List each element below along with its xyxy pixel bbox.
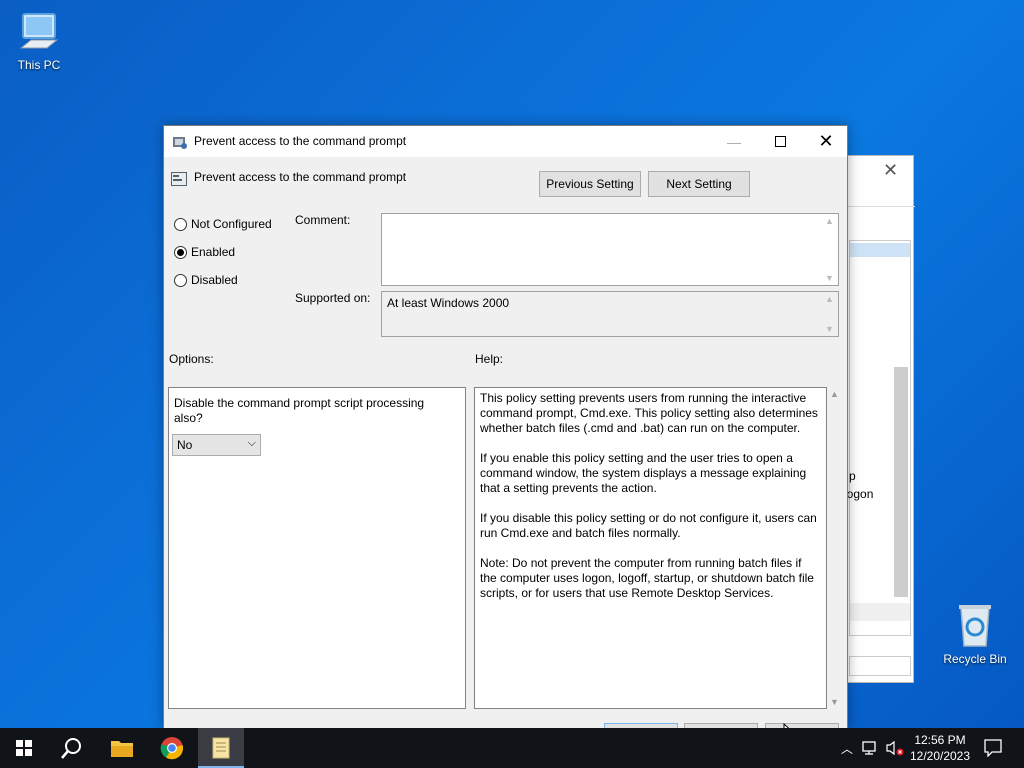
supported-on-value: At least Windows 2000 — [387, 296, 510, 310]
maximize-icon — [774, 136, 786, 147]
comment-label: Comment: — [295, 213, 351, 227]
radio-button[interactable] — [174, 245, 187, 259]
close-icon[interactable]: ✕ — [883, 160, 898, 181]
highlight-row — [850, 603, 910, 621]
select-value: No — [177, 438, 193, 452]
taskbar: ︿ 12:56 PM 12/20/2023 — [0, 728, 1024, 768]
start-button[interactable] — [0, 728, 48, 768]
chrome-icon — [160, 737, 184, 760]
desktop-icon-this-pc[interactable]: This PC — [1, 10, 77, 72]
previous-setting-button[interactable]: Previous Setting — [539, 171, 641, 197]
network-icon — [862, 741, 876, 755]
computer-icon — [19, 13, 59, 49]
desktop-icon-recycle-bin[interactable]: Recycle Bin — [937, 602, 1013, 666]
radio-button[interactable] — [174, 273, 187, 287]
network-tray-button[interactable] — [860, 728, 882, 768]
radio-button[interactable] — [174, 217, 187, 231]
search-button[interactable] — [48, 728, 96, 768]
scroll-down-icon[interactable]: ▼ — [825, 324, 834, 334]
policy-dialog: Prevent access to the command prompt — ✕… — [163, 125, 848, 749]
help-scrollbar[interactable]: ▲ ▼ — [828, 387, 842, 709]
comment-field[interactable]: ▲ ▼ — [381, 213, 839, 286]
chevron-up-icon: ︿ — [840, 741, 853, 756]
radio-enabled[interactable]: Enabled — [174, 245, 235, 259]
radio-label: Enabled — [191, 245, 236, 259]
clock-date: 12/20/2023 — [909, 749, 971, 763]
desktop-icon-label: This PC — [17, 58, 61, 72]
policy-icon — [173, 137, 187, 149]
radio-label: Disabled — [191, 273, 238, 287]
supported-on-field: At least Windows 2000 ▲ ▼ — [381, 291, 839, 337]
option-description: Disable the command prompt script proces… — [174, 396, 425, 425]
next-setting-button[interactable]: Next Setting — [648, 171, 750, 197]
show-hidden-icons-button[interactable]: ︿ — [838, 728, 856, 768]
help-paragraph: This policy setting prevents users from … — [480, 391, 818, 435]
setting-heading: Prevent access to the command prompt — [194, 170, 407, 184]
supported-scrollbar[interactable]: ▲ ▼ — [822, 292, 838, 336]
help-paragraph: If you enable this policy setting and th… — [480, 451, 807, 495]
scroll-up-icon[interactable]: ▲ — [825, 216, 834, 226]
list-item-fragment: p — [849, 469, 856, 483]
radio-not-configured[interactable]: Not Configured — [174, 217, 272, 231]
script-processing-select[interactable]: No ⌵ — [172, 434, 261, 456]
comment-scrollbar[interactable]: ▲ ▼ — [822, 214, 838, 285]
help-label: Help: — [475, 352, 504, 366]
search-icon — [61, 738, 81, 759]
minimize-button[interactable]: — — [711, 126, 757, 157]
clock-time: 12:56 PM — [914, 733, 966, 747]
title-bar[interactable]: Prevent access to the command prompt — ✕ — [164, 126, 847, 157]
chevron-down-icon: ⌵ — [247, 437, 256, 449]
scroll-down-icon[interactable]: ▼ — [830, 697, 839, 707]
volume-tray-button[interactable] — [884, 728, 906, 768]
taskbar-chrome[interactable] — [148, 728, 196, 768]
close-button[interactable]: ✕ — [803, 126, 849, 157]
selected-row[interactable] — [850, 243, 910, 257]
desktop-icon-label: Recycle Bin — [943, 652, 1007, 666]
taskbar-group-policy-editor[interactable] — [198, 728, 244, 768]
volume-muted-icon — [886, 740, 904, 756]
notification-icon — [984, 739, 1002, 757]
notifications-button[interactable] — [978, 728, 1008, 768]
clock[interactable]: 12:56 PM 12/20/2023 — [906, 732, 974, 764]
background-list-panel[interactable]: p logon — [844, 240, 911, 636]
folder-icon — [111, 741, 133, 757]
list-item-fragment: logon — [844, 487, 874, 501]
scroll-down-icon[interactable]: ▼ — [825, 273, 834, 283]
scroll-up-icon[interactable]: ▲ — [830, 389, 839, 399]
windows-logo-icon — [16, 740, 32, 756]
radio-disabled[interactable]: Disabled — [174, 273, 238, 287]
scroll-up-icon[interactable]: ▲ — [825, 294, 834, 304]
scrollbar-thumb[interactable] — [894, 367, 908, 597]
radio-label: Not Configured — [191, 217, 272, 231]
maximize-button[interactable] — [757, 126, 803, 157]
taskbar-file-explorer[interactable] — [98, 728, 146, 768]
window-title: Prevent access to the command prompt — [194, 134, 407, 148]
help-paragraph: Note: Do not prevent the computer from r… — [480, 556, 814, 600]
help-panel: This policy setting prevents users from … — [474, 387, 827, 709]
status-strip — [849, 656, 911, 676]
setting-icon — [171, 172, 187, 186]
recycle-bin-icon — [959, 605, 991, 647]
notepad-icon — [212, 737, 230, 759]
help-paragraph: If you disable this policy setting or do… — [480, 511, 817, 540]
supported-on-label: Supported on: — [295, 291, 371, 305]
options-panel: Disable the command prompt script proces… — [168, 387, 466, 709]
options-label: Options: — [169, 352, 214, 366]
